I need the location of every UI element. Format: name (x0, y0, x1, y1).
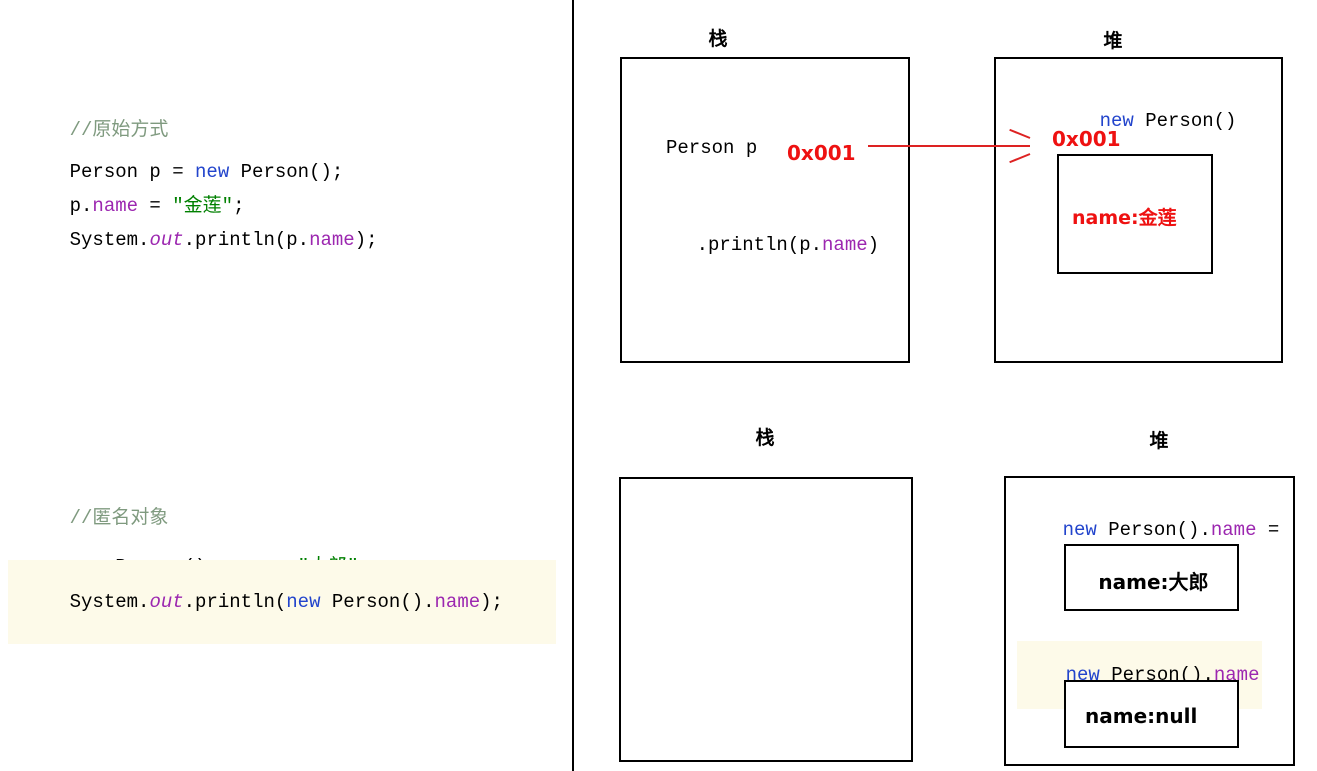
code-token: .println(p. (183, 229, 310, 251)
code-token: ); (480, 591, 503, 613)
heap-object-field-box-top: name:金莲 (1057, 154, 1213, 274)
keyword-new: new (1062, 519, 1097, 541)
field-out: out (149, 229, 184, 251)
field-out: out (149, 591, 184, 613)
stack-var-address: 0x001 (787, 141, 856, 165)
code-token: Person() (1133, 110, 1237, 132)
stack-label-bottom: 栈 (755, 427, 775, 449)
code-token: = (1256, 519, 1280, 541)
field-name: name (1210, 519, 1257, 541)
heap-label-bottom: 堆 (1149, 430, 1169, 452)
heap-object-field-box-1: name:大郎 (1064, 544, 1239, 611)
heap-label-top: 堆 (1103, 30, 1123, 52)
stack-box-top: Person p 0x001 .println(p.name) (620, 57, 910, 363)
code-token: .println(p. (696, 234, 823, 256)
code-token: Person(); (229, 161, 344, 183)
code-token: System. (69, 229, 150, 251)
code-pane: //原始方式 Person p = new Person(); p.name =… (0, 0, 572, 771)
code-line-anon-println-highlighted: System.out.println(new Person().name); (8, 560, 556, 644)
heap-object-field-box-2: name:null (1064, 680, 1239, 748)
code-token: ); (354, 229, 378, 251)
code-token: ) (867, 234, 880, 256)
code-token: System. (69, 591, 150, 613)
code-line-println-name: System.out.println(p.name); (24, 198, 378, 282)
vertical-divider (572, 0, 574, 771)
heap-box-bottom: new Person().name = name:大郎 new Person()… (1004, 476, 1295, 766)
field-value-name-1: name:大郎 (1098, 570, 1209, 594)
code-token: Person(). (320, 591, 435, 613)
stack-box-bottom (619, 477, 913, 762)
stack-label-top: 栈 (708, 28, 728, 50)
stack-var-decl: Person p (666, 137, 758, 159)
field-name: name (434, 591, 481, 613)
code-token: .println( (183, 591, 287, 613)
stack-call-line: .println(p.name) (651, 212, 879, 278)
code-token: Person(). (1096, 519, 1211, 541)
field-value-name: name:金莲 (1072, 207, 1177, 229)
heap-box-top: new Person() 0x001 name:金莲 (994, 57, 1283, 363)
keyword-new: new (286, 591, 321, 613)
pointer-arrow-stack-to-heap (868, 128, 1031, 164)
field-name: name (309, 229, 355, 251)
field-value-name-2: name:null (1085, 704, 1198, 728)
heap-object-address: 0x001 (1052, 127, 1121, 151)
field-name: name (822, 234, 868, 256)
